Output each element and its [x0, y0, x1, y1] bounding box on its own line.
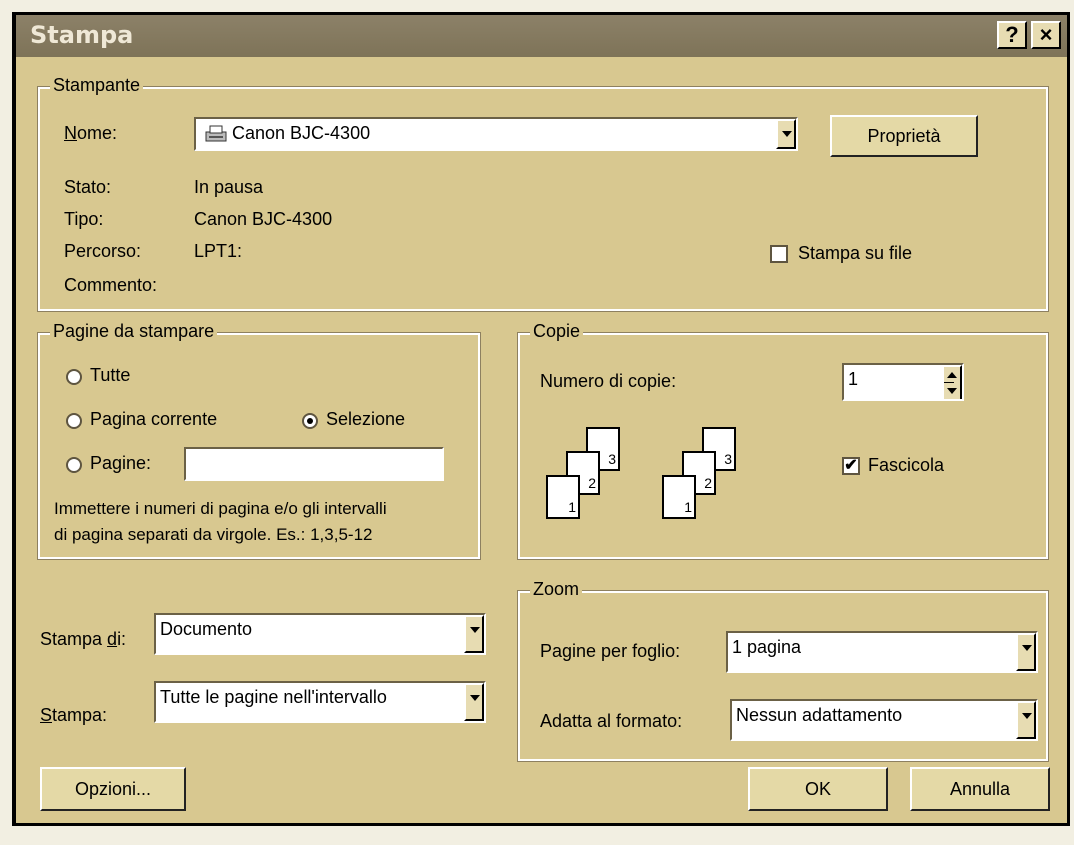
print-select[interactable]: Tutte le pagine nell'intervallo [154, 681, 486, 723]
pages-per-sheet-label: Pagine per foglio: [540, 641, 681, 661]
path-label: Percorso: [64, 241, 142, 261]
print-to-file-label: Stampa su file [798, 243, 913, 263]
printer-legend: Stampante [50, 75, 144, 96]
status-label: Stato: [64, 177, 112, 197]
scale-to-paper-dropdown-arrow[interactable] [1016, 701, 1036, 739]
radio-all[interactable] [66, 369, 82, 385]
radio-current-page-label: Pagina corrente [90, 409, 218, 429]
print-what-value: Documento [160, 619, 253, 639]
radio-pages[interactable] [66, 457, 82, 473]
copies-spinner[interactable] [942, 365, 962, 399]
pages-per-sheet-value: 1 pagina [732, 637, 802, 657]
radio-all-label: Tutte [90, 365, 131, 385]
printer-name-label: Nome: [64, 123, 118, 143]
page-icon: 1 [546, 475, 580, 519]
type-label: Tipo: [64, 209, 104, 229]
copies-number-label: Numero di copie: [540, 371, 677, 391]
radio-current-page[interactable] [66, 413, 82, 429]
status-value: In pausa [194, 177, 264, 197]
print-what-dropdown-arrow[interactable] [464, 615, 484, 653]
zoom-legend: Zoom [530, 579, 583, 600]
print-label: Stampa: [40, 705, 108, 725]
collate-label: Fascicola [868, 455, 945, 475]
radio-pages-label: Pagine: [90, 453, 152, 473]
print-value: Tutte le pagine nell'intervallo [160, 687, 387, 707]
page-range-group: Pagine da stampare Tutte Pagina corrente… [37, 321, 481, 560]
close-button[interactable]: × [1031, 21, 1061, 49]
type-value: Canon BJC-4300 [194, 209, 333, 229]
printer-name-value: Canon BJC-4300 [232, 123, 371, 143]
help-button[interactable]: ? [997, 21, 1027, 49]
options-button[interactable]: Opzioni... [40, 767, 186, 811]
radio-selection[interactable] [302, 413, 318, 429]
radio-selection-label: Selezione [326, 409, 406, 429]
printer-name-dropdown-arrow[interactable] [776, 119, 796, 149]
print-dropdown-arrow[interactable] [464, 683, 484, 721]
comment-label: Commento: [64, 275, 158, 295]
window-title: Stampa [30, 21, 134, 49]
page-range-hint-line1: Immettere i numeri di pagina e/o gli int… [54, 499, 387, 518]
collate-checkbox[interactable]: ✔ [842, 457, 860, 475]
print-what-label: Stampa di: [40, 629, 127, 649]
page-range-input[interactable] [184, 447, 444, 481]
pages-per-sheet-select[interactable]: 1 pagina [726, 631, 1038, 673]
print-to-file-checkbox[interactable] [770, 245, 788, 263]
printer-icon [204, 124, 227, 142]
properties-button[interactable]: Proprietà [830, 115, 978, 157]
scale-to-paper-label: Adatta al formato: [540, 711, 683, 731]
cancel-button[interactable]: Annulla [910, 767, 1050, 811]
pages-per-sheet-dropdown-arrow[interactable] [1016, 633, 1036, 671]
zoom-group: Zoom Pagine per foglio: 1 pagina Adatta … [517, 579, 1049, 762]
scale-to-paper-value: Nessun adattamento [736, 705, 903, 725]
printer-group: Stampante Nome: Canon BJC-4300 Proprietà… [37, 75, 1049, 312]
page-range-legend: Pagine da stampare [50, 321, 218, 342]
checkmark-icon: ✔ [844, 457, 858, 474]
copies-number-value: 1 [848, 369, 859, 389]
title-bar: Stampa ? × [16, 15, 1067, 57]
page-icon: 1 [662, 475, 696, 519]
copies-group: Copie Numero di copie: 1 3 2 1 3 2 1 ✔ F… [517, 321, 1049, 560]
page-range-hint-line2: di pagina separati da virgole. Es.: 1,3,… [54, 525, 373, 544]
print-what-select[interactable]: Documento [154, 613, 486, 655]
print-dialog: Stampa ? × Stampante Nome: Canon BJC-430… [12, 12, 1070, 826]
printer-name-select[interactable]: Canon BJC-4300 [194, 117, 798, 151]
path-value: LPT1: [194, 241, 243, 261]
copies-number-input[interactable]: 1 [842, 363, 964, 401]
scale-to-paper-select[interactable]: Nessun adattamento [730, 699, 1038, 741]
copies-legend: Copie [530, 321, 584, 342]
ok-button[interactable]: OK [748, 767, 888, 811]
